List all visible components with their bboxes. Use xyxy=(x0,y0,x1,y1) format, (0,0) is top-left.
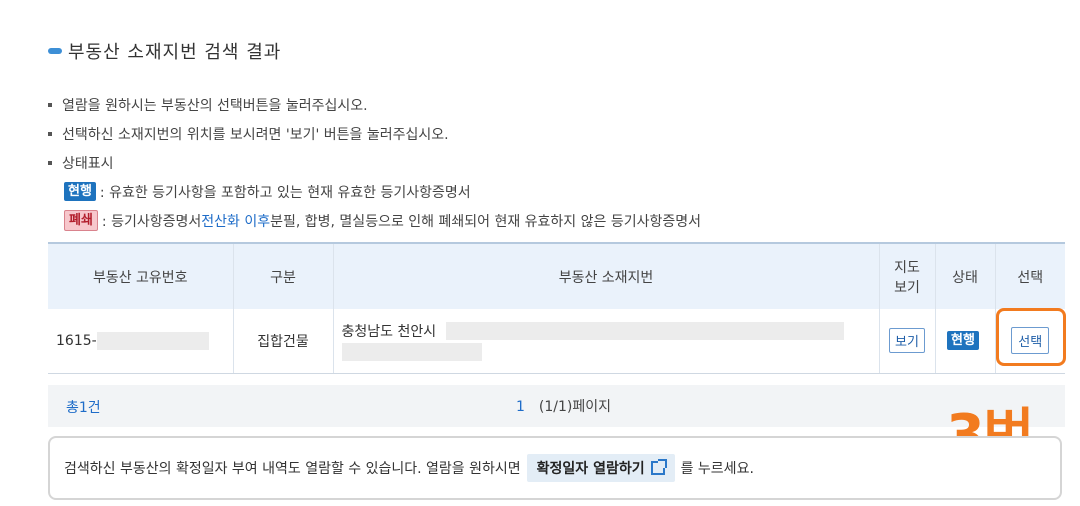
page-title: 부동산 소재지번 검색 결과 xyxy=(68,42,282,63)
page-info: 1 (1/1)페이지 xyxy=(516,396,611,416)
notice-text-pre: 검색하신 부동산의 확정일자 부여 내역도 열람할 수 있습니다. 열람을 원하… xyxy=(64,461,521,477)
header-status: 상태 xyxy=(934,242,995,309)
closed-status-badge: 폐쇄 xyxy=(64,210,98,231)
id-prefix: 1615- xyxy=(56,332,97,349)
select-highlight-frame xyxy=(996,308,1066,366)
closed-status-desc-post: 분필, 합병, 멸실등으로 인해 폐쇄되어 현재 유효하지 않은 등기사항증명서 xyxy=(270,213,702,230)
closed-status-desc-pre: : 등기사항증명서 xyxy=(101,213,202,230)
confirmation-date-view-label: 확정일자 열람하기 xyxy=(536,461,645,477)
page-number-link[interactable]: 1 xyxy=(516,399,525,415)
note-line-1: 열람을 원하시는 부동산의 선택버튼을 눌러주십시오. xyxy=(62,97,368,114)
view-map-button[interactable]: 보기 xyxy=(889,328,925,354)
instruction-notes: 열람을 원하시는 부동산의 선택버튼을 눌러주십시오. 선택하신 소재지번의 위… xyxy=(48,90,701,235)
bullet-icon xyxy=(48,102,52,107)
confirmation-date-notice: 검색하신 부동산의 확정일자 부여 내역도 열람할 수 있습니다. 열람을 원하… xyxy=(48,436,1062,500)
redacted-address-line2 xyxy=(341,342,482,361)
pagination-bar: 총1건 1 (1/1)페이지 xyxy=(48,385,1065,427)
header-type: 구분 xyxy=(232,242,333,309)
header-map-line1: 지도 xyxy=(894,259,920,276)
header-map: 지도보기 xyxy=(878,242,935,309)
redacted-address xyxy=(446,321,845,340)
section-heading: 부동산 소재지번 검색 결과 xyxy=(48,38,281,64)
result-table: 부동산 고유번호 구분 부동산 소재지번 지도보기 상태 선택 1615- 집합… xyxy=(48,242,1065,374)
current-status-badge: 현행 xyxy=(64,182,96,201)
bullet-icon xyxy=(48,131,52,136)
cell-map: 보기 xyxy=(878,309,935,374)
row-status-badge: 현행 xyxy=(947,331,979,351)
cell-type: 집합건물 xyxy=(232,309,333,374)
note-line-2: 선택하신 소재지번의 위치를 보시려면 '보기' 버튼을 눌러주십시오. xyxy=(62,126,449,143)
table-header-row: 부동산 고유번호 구분 부동산 소재지번 지도보기 상태 선택 xyxy=(48,242,1065,309)
external-link-icon xyxy=(650,459,667,475)
cell-address: 충청남도 천안시 xyxy=(332,309,879,374)
closed-status-desc-link: 전산화 이후 xyxy=(201,213,271,230)
cell-id: 1615- xyxy=(48,309,233,374)
current-status-desc: : 유효한 등기사항을 포함하고 있는 현재 유효한 등기사항증명서 xyxy=(99,184,471,201)
bullet-icon xyxy=(48,160,52,165)
notice-text-post: 를 누르세요. xyxy=(680,461,754,477)
redacted-id xyxy=(96,331,209,350)
cell-status: 현행 xyxy=(934,309,995,374)
confirmation-date-view-button[interactable]: 확정일자 열람하기 xyxy=(526,454,675,482)
header-select: 선택 xyxy=(994,242,1065,309)
note-line-3: 상태표시 xyxy=(62,155,114,172)
address-text: 충청남도 천안시 xyxy=(341,323,437,340)
heading-bullet-icon xyxy=(48,48,62,54)
page-info-text: (1/1)페이지 xyxy=(538,399,612,415)
header-id: 부동산 고유번호 xyxy=(48,242,233,309)
total-count: 총1건 xyxy=(66,400,101,416)
header-address: 부동산 소재지번 xyxy=(332,242,879,309)
header-map-line2: 보기 xyxy=(894,279,920,296)
table-row: 1615- 집합건물 충청남도 천안시 보기 현행 선택 xyxy=(48,309,1065,374)
